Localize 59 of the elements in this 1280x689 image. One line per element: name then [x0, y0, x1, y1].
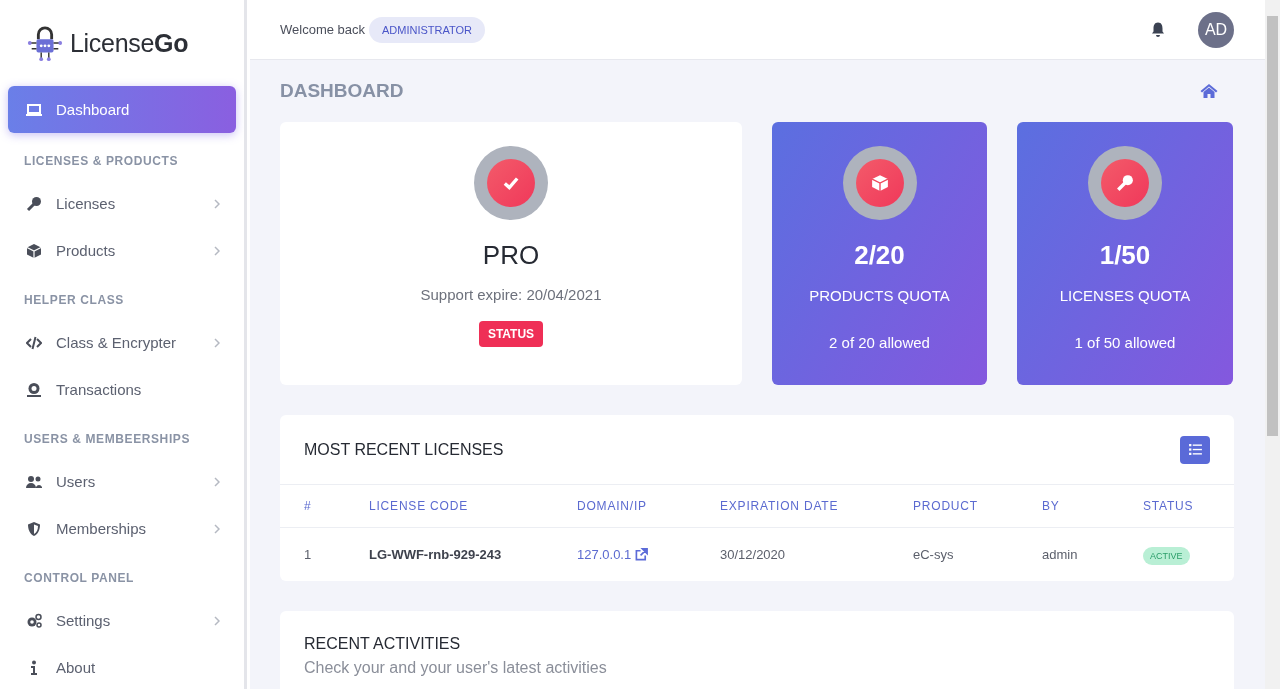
external-link-icon[interactable]: [635, 548, 649, 561]
brand-name: LicenseGo: [70, 28, 189, 58]
section-heading: USERS & MEMBEERSHIPS: [23, 431, 192, 448]
list-button[interactable]: [1180, 435, 1210, 464]
page-title: DASHBOARD: [280, 80, 404, 102]
section-heading: LICENSES & PRODUCTS: [23, 153, 180, 170]
section-heading: HELPER CLASS: [23, 292, 125, 309]
shield-icon: [26, 520, 42, 537]
column-header: PRODUCT: [913, 499, 979, 513]
column-header: STATUS: [1143, 499, 1194, 513]
panel-title: RECENT ACTIVITIES: [304, 635, 462, 653]
table-cell-text: LG-WWF-rnb-929-243: [369, 547, 503, 562]
stat-value: 1/50: [1099, 240, 1151, 271]
box-icon: [26, 242, 42, 259]
users-icon: [26, 473, 42, 490]
user-avatar[interactable]: AD: [1198, 11, 1234, 48]
nav-item[interactable]: Transactions: [8, 366, 236, 413]
table-cell-text: eC-sys: [913, 547, 955, 562]
money-icon: [26, 381, 42, 398]
list-icon: [1188, 444, 1202, 455]
nav-item[interactable]: Products: [8, 227, 236, 274]
column-header: DOMAIN/IP: [577, 499, 648, 513]
nav-item[interactable]: Class & Encrypter: [8, 319, 236, 366]
quota-label: LICENSES QUOTA: [1059, 287, 1191, 304]
role-badge: ADMINISTRATOR: [369, 16, 486, 43]
nav-item[interactable]: Settings: [8, 597, 236, 644]
support-expiry: Support expire: 20/04/2021: [420, 286, 602, 303]
section-heading: CONTROL PANEL: [23, 570, 136, 587]
welcome-text: Welcome back: [280, 22, 365, 37]
nav-item[interactable]: Memberships: [8, 505, 236, 552]
stat-value: PRO: [482, 240, 540, 271]
column-header: LICENSE CODE: [369, 499, 469, 513]
laptop-icon: [26, 101, 42, 118]
logo-icon: [26, 24, 64, 62]
key-icon: [26, 195, 42, 212]
nav-item[interactable]: Dashboard: [8, 86, 236, 133]
table-cell-text: admin: [1042, 547, 1079, 562]
nav-item[interactable]: Users: [8, 458, 236, 505]
table-cell-text: 1: [304, 547, 313, 562]
table-cell-text: 30/12/2020: [720, 547, 787, 562]
home-icon[interactable]: [1200, 83, 1218, 99]
nav-item[interactable]: Licenses: [8, 180, 236, 227]
column-header: EXPIRATION DATE: [720, 499, 840, 513]
status-button[interactable]: STATUS: [478, 321, 544, 347]
quota-note: 1 of 50 allowed: [1074, 334, 1176, 351]
code-icon: [26, 334, 42, 351]
column-header: BY: [1042, 499, 1061, 513]
panel-subtitle: Check your and your user's latest activities: [304, 659, 608, 677]
scrollbar[interactable]: [1265, 0, 1280, 689]
domain-link[interactable]: 127.0.0.1: [577, 547, 632, 562]
panel-title: MOST RECENT LICENSES: [304, 440, 504, 459]
quota-label: PRODUCTS QUOTA: [809, 287, 950, 304]
quota-note: 2 of 20 allowed: [829, 334, 930, 351]
gears-icon: [26, 612, 42, 629]
column-header: #: [304, 499, 313, 513]
notification-bell-icon[interactable]: [1150, 21, 1166, 38]
nav-item[interactable]: About: [8, 644, 236, 689]
stat-value: 2/20: [854, 240, 905, 271]
status-badge: ACTIVE: [1143, 547, 1190, 565]
